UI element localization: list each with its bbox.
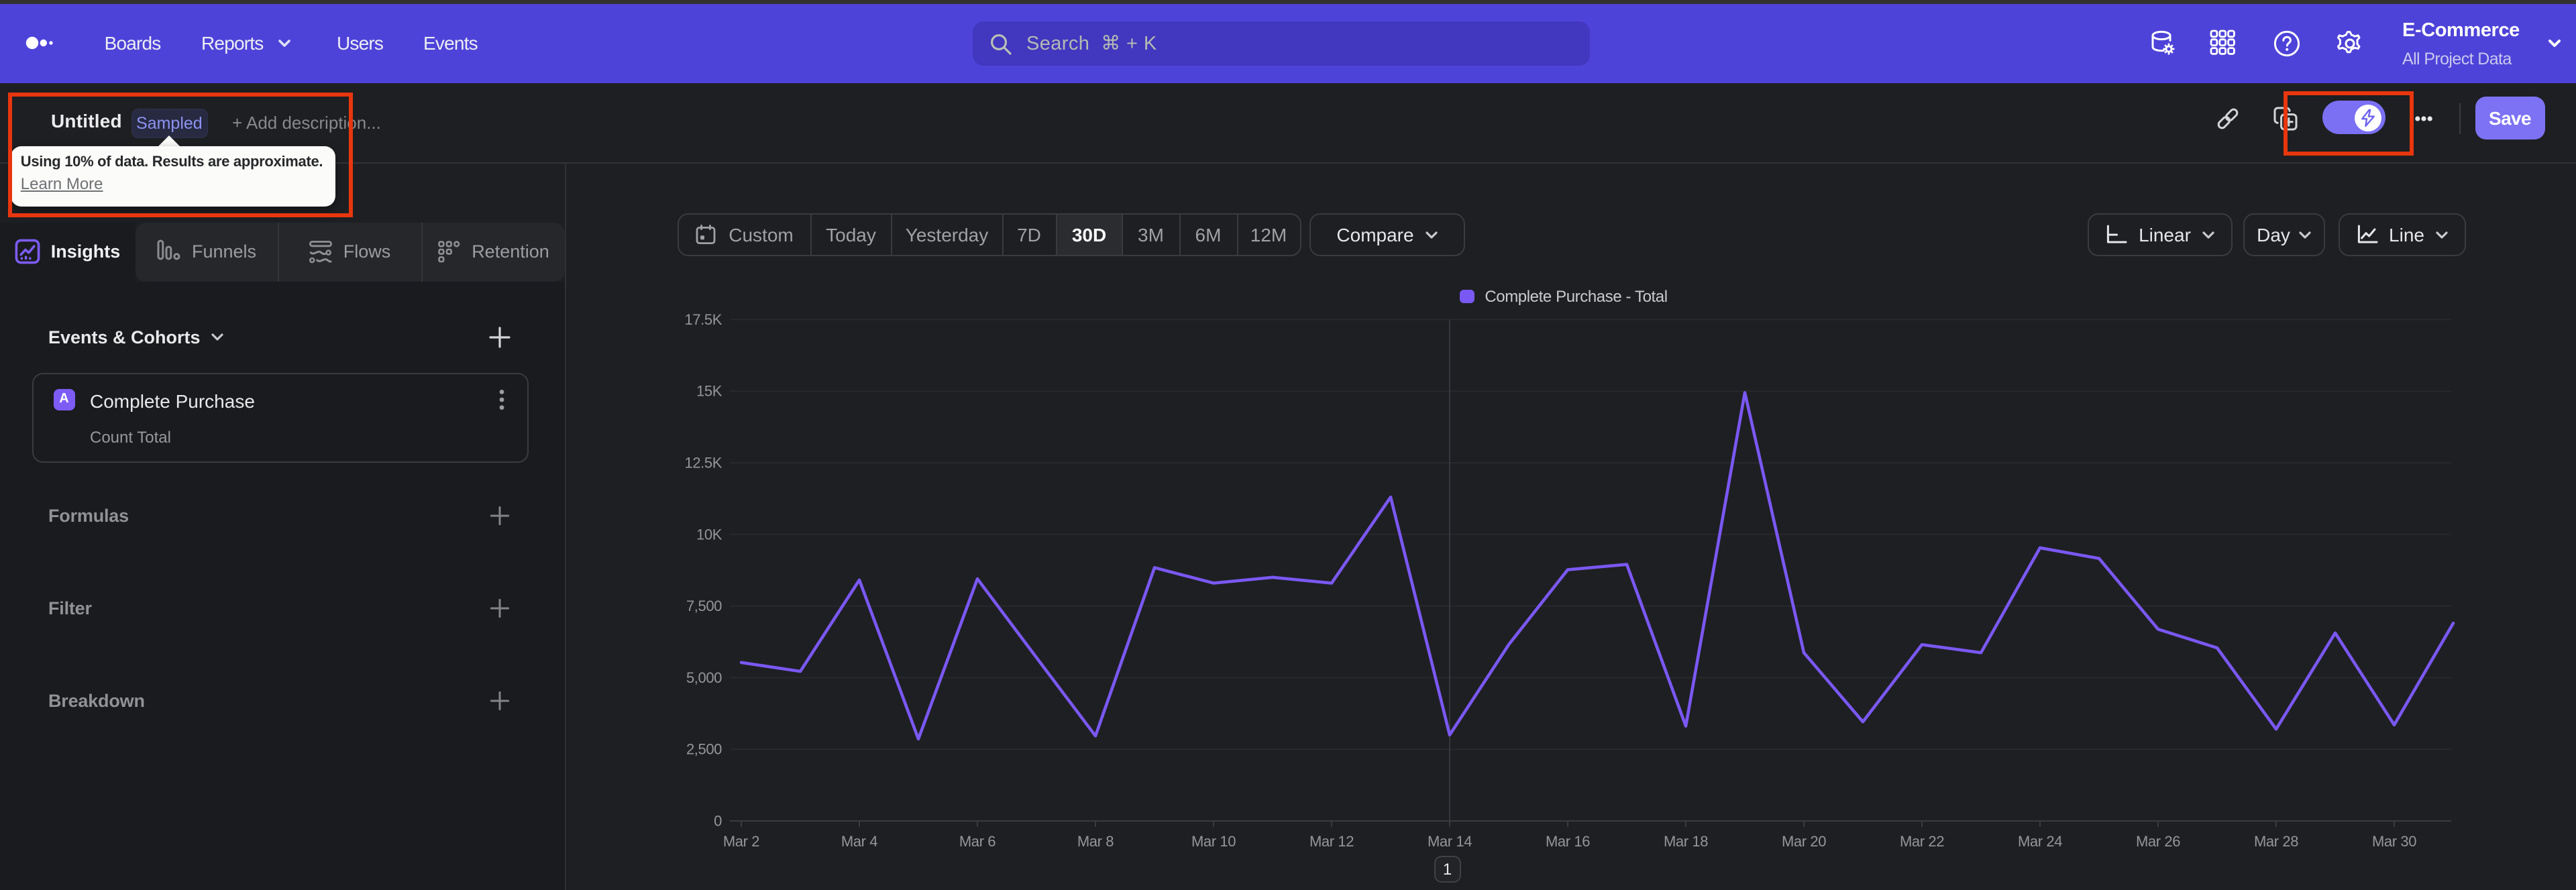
svg-text:Mar 6: Mar 6 [959, 833, 996, 850]
svg-text:Mar 22: Mar 22 [1900, 833, 1944, 850]
svg-text:Mar 20: Mar 20 [1782, 833, 1826, 850]
svg-text:Mar 14: Mar 14 [1428, 833, 1472, 850]
svg-text:Mar 2: Mar 2 [723, 833, 759, 850]
svg-text:Mar 4: Mar 4 [841, 833, 877, 850]
svg-text:10K: 10K [696, 526, 722, 543]
svg-text:Mar 28: Mar 28 [2254, 833, 2298, 850]
svg-text:Mar 24: Mar 24 [2018, 833, 2062, 850]
svg-text:Mar 26: Mar 26 [2136, 833, 2180, 850]
svg-text:17.5K: 17.5K [685, 311, 722, 328]
svg-text:Mar 16: Mar 16 [1546, 833, 1590, 850]
svg-text:5,000: 5,000 [686, 669, 722, 686]
svg-text:Mar 30: Mar 30 [2372, 833, 2416, 850]
svg-text:15K: 15K [696, 383, 722, 400]
svg-text:2,500: 2,500 [686, 741, 722, 758]
svg-text:Mar 10: Mar 10 [1191, 833, 1236, 850]
svg-text:12.5K: 12.5K [685, 455, 722, 471]
svg-text:Mar 18: Mar 18 [1664, 833, 1708, 850]
svg-text:Mar 12: Mar 12 [1309, 833, 1354, 850]
svg-text:7,500: 7,500 [686, 598, 722, 614]
svg-text:Mar 8: Mar 8 [1077, 833, 1114, 850]
svg-text:0: 0 [714, 813, 722, 830]
